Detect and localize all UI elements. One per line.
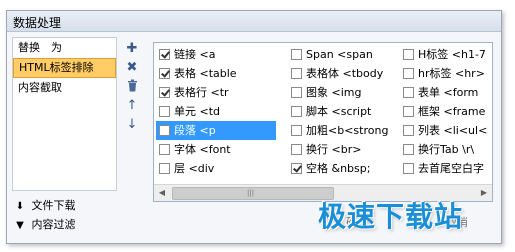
bottom-options: ⬇ 文件下载 ▼ 内容过滤 xyxy=(12,196,132,234)
tag-option[interactable]: 段落 <p xyxy=(156,121,276,140)
checkbox[interactable] xyxy=(403,105,414,117)
tag-option[interactable]: 字体 <font xyxy=(156,140,276,159)
tag-option[interactable]: H标签 <h1-7 xyxy=(400,45,492,64)
checkbox[interactable] xyxy=(291,67,302,79)
arrow-down-icon[interactable]: ↓ xyxy=(121,117,143,136)
plus-icon[interactable]: ✚ xyxy=(121,41,143,60)
tag-option[interactable]: hr标签 <hr> xyxy=(400,64,492,83)
rule-item-replace[interactable]: 替换 为 xyxy=(13,38,116,58)
rule-toolbar: ✚ ✖ ↑ ↓ xyxy=(121,41,143,136)
checkbox[interactable] xyxy=(403,67,414,79)
tag-option[interactable]: 换行Tab \r\ xyxy=(400,140,492,159)
tag-option-label: 加粗<b<strong xyxy=(306,124,389,137)
tag-option-label: 空格 &nbsp; xyxy=(306,162,371,175)
rule-item-html-exclude[interactable]: HTML标签排除 xyxy=(13,58,116,78)
content-filter-option[interactable]: ▼ 内容过滤 xyxy=(12,215,132,234)
checkbox[interactable] xyxy=(403,86,414,98)
tag-option[interactable]: 表格行 <tr xyxy=(156,83,276,102)
tag-option[interactable]: 框架 <frame xyxy=(400,102,492,121)
trash-icon[interactable] xyxy=(121,79,143,98)
checkbox[interactable] xyxy=(291,143,302,155)
tag-option-label: 单元 <td xyxy=(174,105,221,118)
tag-option[interactable]: 去首尾空白字 xyxy=(400,159,492,178)
tag-column-1: 链接 <a 表格 <table 表格行 <tr 单元 <td 段落 <p 字体 <font… xyxy=(156,45,276,178)
filter-icon: ▼ xyxy=(16,220,24,231)
html-tag-list: 链接 <a 表格 <table 表格行 <tr 单元 <td 段落 <p 字体 <font… xyxy=(153,42,493,202)
checkbox[interactable] xyxy=(159,162,170,174)
checkbox[interactable] xyxy=(291,86,302,98)
tag-option-label: 层 <div xyxy=(174,162,215,175)
checkbox[interactable] xyxy=(159,143,170,155)
title-bar: 数据处理 xyxy=(7,11,501,32)
tag-option-label: 换行Tab \r\ xyxy=(418,143,475,156)
checkbox[interactable] xyxy=(403,143,414,155)
tag-option[interactable]: 表单 <form xyxy=(400,83,492,102)
checkbox[interactable] xyxy=(291,48,302,60)
checkbox[interactable] xyxy=(159,124,170,136)
tag-option[interactable]: 图象 <img xyxy=(288,83,398,102)
tag-column-2: Span <span 表格体 <tbody 图象 <img 脚本 <script 加粗<… xyxy=(288,45,398,178)
tag-option-label: Span <span xyxy=(306,48,373,61)
tag-option-label: 去首尾空白字 xyxy=(418,162,484,175)
tag-option-label: H标签 <h1-7 xyxy=(418,48,486,61)
checkbox[interactable] xyxy=(403,162,414,174)
tag-option-label: 段落 <p xyxy=(174,124,216,137)
tag-option-label: 换行 <br> xyxy=(306,143,362,156)
content-filter-label: 内容过滤 xyxy=(31,218,76,231)
tag-option[interactable]: 层 <div xyxy=(156,159,276,178)
checkbox[interactable] xyxy=(159,86,170,98)
tag-option[interactable]: 空格 &nbsp; xyxy=(288,159,398,178)
arrow-up-icon[interactable]: ↑ xyxy=(121,98,143,117)
grip-icon: ||| xyxy=(247,189,255,197)
tag-option-label: 脚本 <script xyxy=(306,105,372,118)
watermark-logo: 极速下载站 xyxy=(318,200,464,233)
scroll-thumb[interactable]: ||| xyxy=(172,187,334,200)
tag-option-label: 表单 <form xyxy=(418,86,479,99)
checkbox[interactable] xyxy=(403,124,414,136)
tag-option-label: 列表 <li<ul< xyxy=(418,124,488,137)
download-icon: ⬇ xyxy=(15,201,25,212)
checkbox[interactable] xyxy=(159,105,170,117)
tag-option[interactable]: 列表 <li<ul< xyxy=(400,121,492,140)
checkbox[interactable] xyxy=(159,67,170,79)
rule-item-extract[interactable]: 内容截取 xyxy=(13,78,116,98)
file-download-option[interactable]: ⬇ 文件下载 xyxy=(12,196,132,215)
tag-option[interactable]: 脚本 <script xyxy=(288,102,398,121)
tag-option[interactable]: Span <span xyxy=(288,45,398,64)
tag-option[interactable]: 链接 <a xyxy=(156,45,276,64)
tag-column-3: H标签 <h1-7 hr标签 <hr> 表单 <form 框架 <frame 列表 <l… xyxy=(400,45,492,178)
scroll-left-icon[interactable]: ◀ xyxy=(154,185,170,201)
x-icon[interactable]: ✖ xyxy=(121,60,143,79)
file-download-label: 文件下载 xyxy=(31,199,76,212)
scroll-right-icon[interactable]: ▶ xyxy=(476,185,492,201)
checkbox[interactable] xyxy=(159,48,170,60)
tag-option[interactable]: 加粗<b<strong xyxy=(288,121,398,140)
tag-option-label: 表格行 <tr xyxy=(174,86,229,99)
checkbox[interactable] xyxy=(403,48,414,60)
window-title: 数据处理 xyxy=(13,16,62,30)
tag-option-label: 框架 <frame xyxy=(418,105,486,118)
tag-option[interactable]: 表格体 <tbody xyxy=(288,64,398,83)
tag-option-label: 图象 <img xyxy=(306,86,362,99)
tag-option[interactable]: 换行 <br> xyxy=(288,140,398,159)
tag-option-label: 表格体 <tbody xyxy=(306,67,384,80)
checkbox[interactable] xyxy=(291,162,302,174)
tag-option[interactable]: 单元 <td xyxy=(156,102,276,121)
checkbox[interactable] xyxy=(291,124,302,136)
tag-option-label: 链接 <a xyxy=(174,48,216,61)
tag-option-label: 表格 <table xyxy=(174,67,237,80)
rule-list: 替换 为 HTML标签排除 内容截取 xyxy=(12,37,117,191)
checkbox[interactable] xyxy=(291,105,302,117)
tag-option-label: 字体 <font xyxy=(174,143,231,156)
tag-option[interactable]: 表格 <table xyxy=(156,64,276,83)
tag-option-label: hr标签 <hr> xyxy=(418,67,485,80)
